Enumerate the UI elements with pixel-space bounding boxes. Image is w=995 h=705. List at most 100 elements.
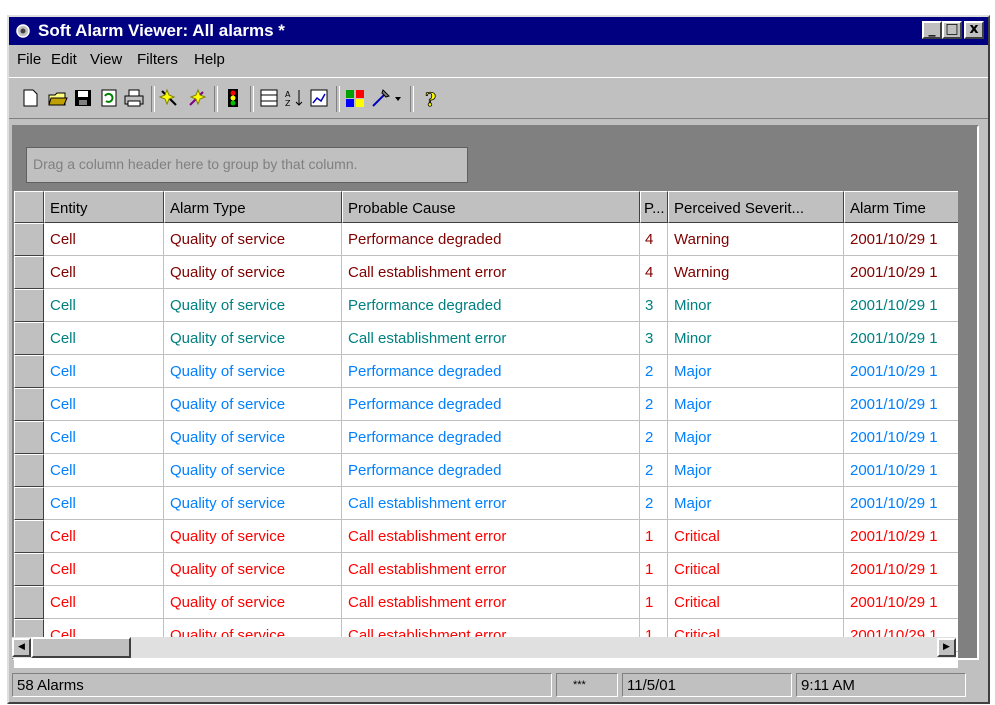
cell-alarm-type: Quality of service [164, 355, 342, 388]
row-selector[interactable] [14, 256, 44, 289]
table-row[interactable]: Cell Quality of service Call establishment… [14, 553, 958, 586]
row-selector[interactable] [14, 289, 44, 322]
cell-alarm-time: 2001/10/29 1 [844, 553, 958, 586]
cell-priority: 3 [640, 289, 668, 322]
cell-probable-cause: Call establishment error [342, 586, 640, 619]
cell-severity: Minor [668, 322, 844, 355]
cell-priority: 1 [640, 553, 668, 586]
table-row[interactable]: Cell Quality of service Performance degrad… [14, 421, 958, 454]
horizontal-scrollbar[interactable]: ◀ ▶ [12, 637, 956, 658]
row-selector[interactable] [14, 454, 44, 487]
cell-severity: Major [668, 388, 844, 421]
title-bar[interactable]: Soft Alarm Viewer: All alarms * _ □ x [9, 17, 988, 45]
cell-priority: 2 [640, 454, 668, 487]
status-time: 9:11 AM [796, 673, 966, 697]
grid-view-icon[interactable] [258, 87, 280, 109]
cell-alarm-time: 2001/10/29 1 [844, 256, 958, 289]
column-header-severity[interactable]: Perceived Severit... [668, 191, 844, 223]
chart-icon[interactable] [308, 87, 330, 109]
scroll-right-button[interactable]: ▶ [937, 638, 956, 657]
cell-severity: Critical [668, 520, 844, 553]
help-icon[interactable]: ? [419, 87, 441, 109]
chevron-down-icon[interactable] [393, 87, 403, 109]
cell-severity: Major [668, 421, 844, 454]
row-selector[interactable] [14, 322, 44, 355]
print-icon[interactable] [123, 87, 145, 109]
menu-filters[interactable]: Filters [137, 51, 178, 68]
cell-alarm-type: Quality of service [164, 256, 342, 289]
cell-probable-cause: Performance degraded [342, 388, 640, 421]
group-by-area[interactable]: Drag a column header here to group by th… [26, 147, 468, 183]
menu-edit[interactable]: Edit [51, 51, 77, 68]
cell-priority: 3 [640, 322, 668, 355]
traffic-light-icon[interactable] [222, 87, 244, 109]
row-selector[interactable] [14, 586, 44, 619]
table-row[interactable]: Cell Quality of service Performance degrad… [14, 223, 958, 256]
column-header-alarm-type[interactable]: Alarm Type [164, 191, 342, 223]
cell-entity: Cell [44, 388, 164, 421]
status-mode: *** [556, 673, 618, 697]
filter-icon[interactable] [344, 87, 366, 109]
cell-priority: 1 [640, 520, 668, 553]
cell-alarm-time: 2001/10/29 1 [844, 454, 958, 487]
table-row[interactable]: Cell Quality of service Performance degrad… [14, 388, 958, 421]
cell-entity: Cell [44, 421, 164, 454]
cell-alarm-type: Quality of service [164, 223, 342, 256]
menu-file[interactable]: File [17, 51, 41, 68]
cell-entity: Cell [44, 553, 164, 586]
cell-alarm-time: 2001/10/29 1 [844, 322, 958, 355]
save-icon[interactable] [72, 87, 94, 109]
cell-entity: Cell [44, 454, 164, 487]
new-icon[interactable] [19, 87, 41, 109]
row-selector[interactable] [14, 487, 44, 520]
minimize-button[interactable]: _ [922, 21, 942, 39]
row-selector[interactable] [14, 553, 44, 586]
table-row[interactable]: Cell Quality of service Call establishment… [14, 520, 958, 553]
cell-priority: 1 [640, 586, 668, 619]
table-row[interactable]: Cell Quality of service Performance degrad… [14, 355, 958, 388]
table-row[interactable]: Cell Quality of service Call establishment… [14, 256, 958, 289]
row-selector[interactable] [14, 355, 44, 388]
cell-priority: 2 [640, 487, 668, 520]
cell-severity: Major [668, 355, 844, 388]
horizontal-scroll-thumb[interactable] [31, 637, 131, 658]
toolbar-separator [250, 86, 254, 112]
cell-alarm-type: Quality of service [164, 388, 342, 421]
cell-alarm-time: 2001/10/29 1 [844, 223, 958, 256]
toolbar: AZ ? [9, 77, 988, 119]
menu-help[interactable]: Help [194, 51, 225, 68]
tools-dropdown-icon[interactable] [370, 87, 392, 109]
table-row[interactable]: Cell Quality of service Call establishment… [14, 487, 958, 520]
cell-entity: Cell [44, 289, 164, 322]
table-row[interactable]: Cell Quality of service Performance degrad… [14, 289, 958, 322]
row-selector[interactable] [14, 388, 44, 421]
column-header-entity[interactable]: Entity [44, 191, 164, 223]
cell-probable-cause: Call establishment error [342, 520, 640, 553]
scroll-left-button[interactable]: ◀ [12, 638, 31, 657]
refresh-icon[interactable] [98, 87, 120, 109]
table-row[interactable]: Cell Quality of service Call establishment… [14, 586, 958, 619]
cell-severity: Critical [668, 586, 844, 619]
table-row[interactable]: Cell Quality of service Call establishment… [14, 322, 958, 355]
alarm-list-pane: Drag a column header here to group by th… [12, 125, 979, 668]
column-header-alarm-time[interactable]: Alarm Time [844, 191, 958, 223]
toolbar-separator [214, 86, 218, 112]
cell-entity: Cell [44, 355, 164, 388]
cell-entity: Cell [44, 520, 164, 553]
column-header-probable-cause[interactable]: Probable Cause [342, 191, 640, 223]
clear-icon[interactable] [186, 87, 208, 109]
row-selector[interactable] [14, 223, 44, 256]
table-row[interactable]: Cell Quality of service Performance degrad… [14, 454, 958, 487]
column-header-priority[interactable]: P... [640, 191, 668, 223]
acknowledge-icon[interactable] [159, 87, 181, 109]
maximize-button[interactable]: □ [942, 21, 962, 39]
open-icon[interactable] [47, 87, 69, 109]
sort-icon[interactable]: AZ [283, 87, 305, 109]
close-button[interactable]: x [964, 21, 984, 39]
cell-severity: Minor [668, 289, 844, 322]
menu-view[interactable]: View [90, 51, 122, 68]
row-selector[interactable] [14, 421, 44, 454]
row-selector[interactable] [14, 520, 44, 553]
toolbar-separator [151, 86, 155, 112]
row-selector-header[interactable] [14, 191, 44, 223]
